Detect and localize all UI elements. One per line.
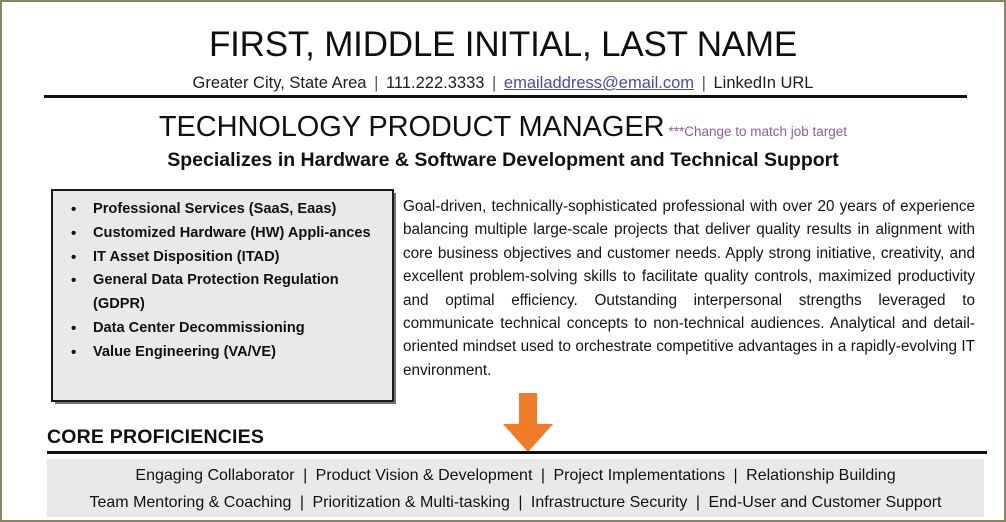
proficiency-separator: | <box>518 494 523 511</box>
proficiency-item: Product Vision & Development <box>315 467 533 484</box>
contact-location: Greater City, State Area <box>192 74 367 92</box>
contact-linkedin: LinkedIn URL <box>713 74 814 92</box>
core-proficiencies-row: Team Mentoring & Coaching | Prioritizati… <box>47 489 984 516</box>
resume-page: FIRST, MIDDLE INITIAL, LAST NAME Greater… <box>0 0 1006 522</box>
proficiency-separator: | <box>540 467 545 484</box>
list-item: Professional Services (SaaS, Eaas) <box>71 198 386 222</box>
proficiency-item: Relationship Building <box>746 467 896 484</box>
core-proficiencies-heading: CORE PROFICIENCIES <box>47 426 265 448</box>
contact-phone: 111.222.3333 <box>385 74 485 92</box>
specialization-subtitle: Specializes in Hardware & Software Devel… <box>167 149 839 171</box>
proficiency-item: Engaging Collaborator <box>135 467 295 484</box>
highlights-box: Professional Services (SaaS, Eaas) Custo… <box>51 189 394 402</box>
proficiency-separator: | <box>695 494 701 511</box>
contact-email-link[interactable]: emailaddress@email.com <box>504 74 694 92</box>
resume-canvas: FIRST, MIDDLE INITIAL, LAST NAME Greater… <box>2 2 1004 520</box>
list-item: General Data Protection Regulation (GDPR… <box>71 269 386 317</box>
header-divider <box>44 95 967 98</box>
page-title: FIRST, MIDDLE INITIAL, LAST NAME <box>208 25 798 64</box>
proficiency-separator: | <box>733 467 738 484</box>
proficiency-item: End-User and Customer Support <box>708 494 942 511</box>
list-item: Customized Hardware (HW) Appli-ances <box>71 222 386 246</box>
highlights-list: Professional Services (SaaS, Eaas) Custo… <box>53 191 392 365</box>
proficiency-separator: | <box>299 494 304 511</box>
list-item: IT Asset Disposition (ITAD) <box>71 246 386 270</box>
down-arrow-icon <box>503 393 553 452</box>
contact-separator-2: | <box>492 74 497 92</box>
contact-separator-3: | <box>701 74 706 92</box>
proficiency-item: Team Mentoring & Coaching <box>89 494 292 511</box>
core-proficiencies-divider <box>47 451 987 454</box>
proficiency-item: Prioritization & Multi-tasking <box>312 494 510 511</box>
proficiency-separator: | <box>303 467 308 484</box>
list-item: Data Center Decommissioning <box>71 317 386 341</box>
contact-line: Greater City, State Area | 111.222.3333 … <box>2 73 1004 93</box>
core-proficiencies-row: Engaging Collaborator | Product Vision &… <box>47 459 984 489</box>
target-title-row: TECHNOLOGY PRODUCT MANAGER ***Change to m… <box>2 110 1004 144</box>
core-proficiencies-box: Engaging Collaborator | Product Vision &… <box>47 459 984 517</box>
target-title-annotation: ***Change to match job target <box>668 124 848 139</box>
list-item: Value Engineering (VA/VE) <box>71 341 386 365</box>
professional-summary: Goal-driven, technically-sophisticated p… <box>403 198 975 379</box>
proficiency-item: Infrastructure Security <box>530 494 688 511</box>
contact-separator-1: | <box>374 74 379 92</box>
proficiency-item: Project Implementations <box>553 467 726 484</box>
target-job-title: TECHNOLOGY PRODUCT MANAGER <box>158 111 665 143</box>
